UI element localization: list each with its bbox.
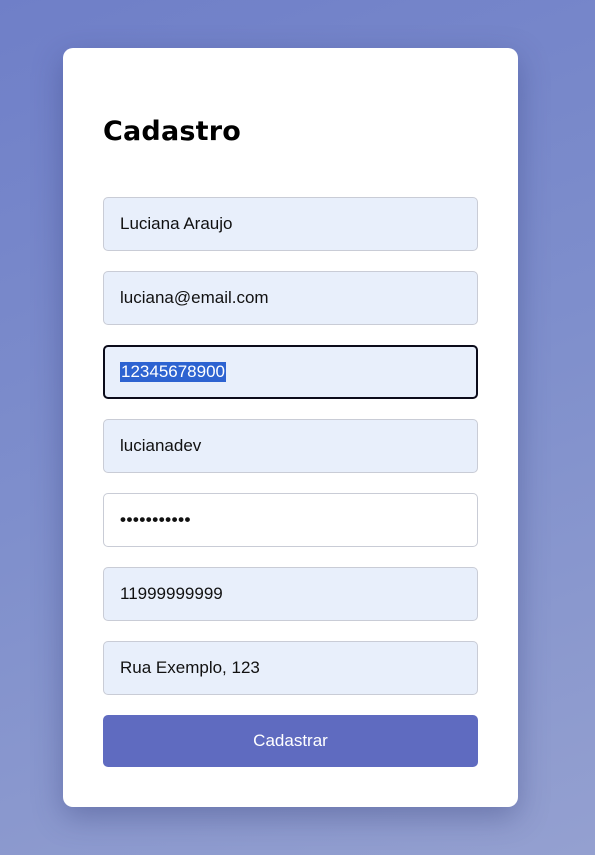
submit-button[interactable]: Cadastrar — [103, 715, 478, 767]
page-title: Cadastro — [103, 116, 242, 147]
email-field[interactable]: luciana@email.com — [103, 271, 478, 325]
name-field[interactable]: Luciana Araujo — [103, 197, 478, 251]
password-field[interactable]: ••••••••••• — [103, 493, 478, 547]
email-value: luciana@email.com — [120, 288, 269, 307]
address-field[interactable]: Rua Exemplo, 123 — [103, 641, 478, 695]
signup-card: Cadastro Luciana Araujo luciana@email.co… — [63, 48, 518, 807]
cpf-field[interactable]: 12345678900 — [103, 345, 478, 399]
name-value: Luciana Araujo — [120, 214, 233, 233]
phone-field[interactable]: 11999999999 — [103, 567, 478, 621]
username-value: lucianadev — [120, 436, 202, 455]
cpf-value-selected: 12345678900 — [120, 362, 227, 382]
phone-value: 11999999999 — [120, 584, 223, 603]
password-value: ••••••••••• — [120, 510, 191, 529]
username-field[interactable]: lucianadev — [103, 419, 478, 473]
address-value: Rua Exemplo, 123 — [120, 658, 260, 677]
